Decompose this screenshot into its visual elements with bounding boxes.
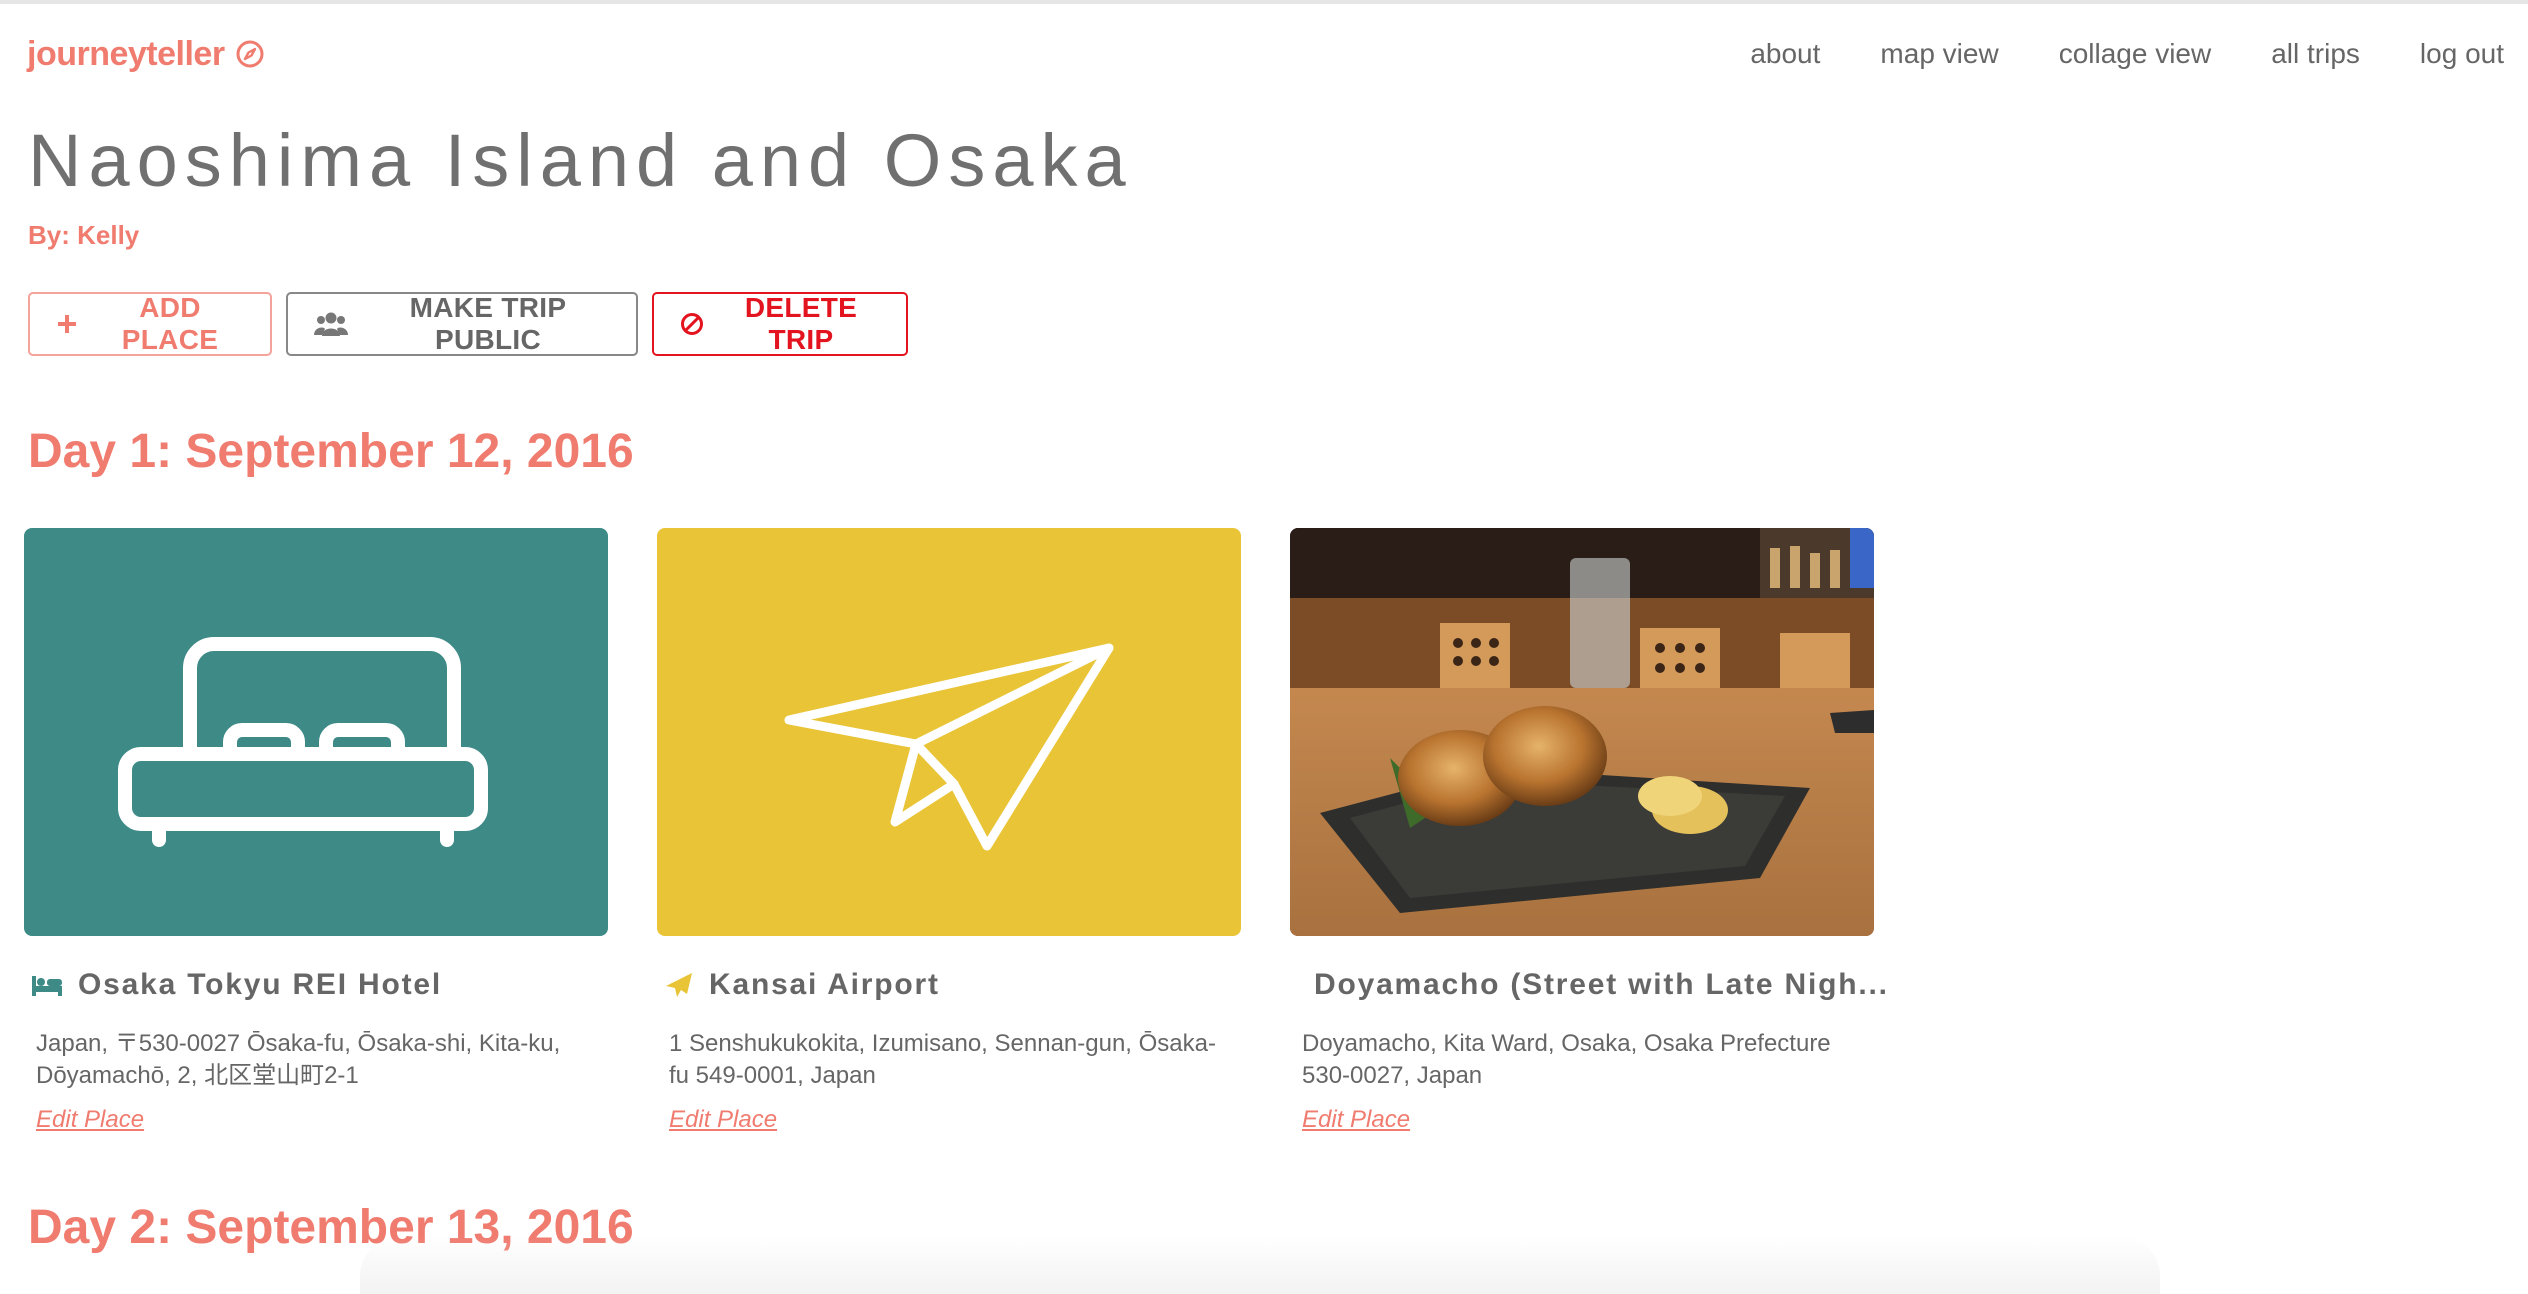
top-border [0, 0, 2528, 4]
plus-icon [58, 315, 76, 333]
trip-title: Naoshima Island and Osaka [28, 119, 1133, 202]
food-photo [1290, 528, 1874, 936]
delete-trip-button[interactable]: DELETE TRIP [652, 292, 908, 356]
users-icon [314, 312, 348, 336]
place-title: Doyamacho (Street with Late Nigh... [1298, 968, 1887, 1002]
place-title: Osaka Tokyu REI Hotel [32, 968, 608, 1002]
place-address: 1 Senshukukokita, Izumisano, Sennan-gun,… [669, 1030, 1216, 1089]
nav-log-out[interactable]: log out [2420, 34, 2504, 74]
bed-icon [32, 976, 62, 996]
place-address: Japan, 〒530-0027 Ōsaka-fu, Ōsaka-shi, Ki… [36, 1030, 561, 1089]
place-name: Kansai Airport [709, 968, 940, 1001]
place-address: Doyamacho, Kita Ward, Osaka, Osaka Prefe… [1302, 1030, 1831, 1089]
day-heading: Day 1: September 12, 2016 [28, 425, 634, 478]
nav-all-trips[interactable]: all trips [2271, 34, 2360, 74]
place-image[interactable] [24, 528, 608, 936]
trip-author: By: Kelly [28, 220, 140, 250]
scroll-shadow [360, 1236, 2160, 1294]
nav-about[interactable]: about [1750, 34, 1820, 74]
make-trip-public-button[interactable]: MAKE TRIP PUBLIC [286, 292, 638, 356]
brand-logo[interactable]: journeyteller [27, 32, 265, 76]
ban-icon [681, 313, 703, 335]
place-card: Doyamacho (Street with Late Nigh... Doya… [1290, 528, 1887, 1134]
place-name: Doyamacho (Street with Late Nigh... [1314, 968, 1889, 1001]
add-place-label: ADD PLACE [121, 292, 219, 355]
bed-icon [118, 637, 488, 847]
place-photo[interactable] [1290, 528, 1874, 936]
top-nav: about map view collage view all trips lo… [1716, 34, 2528, 74]
place-card: Kansai Airport 1 Senshukukokita, Izumisa… [657, 528, 1241, 1134]
paper-plane-icon [666, 973, 692, 997]
paper-plane-icon [784, 643, 1114, 851]
trip-actions: ADD PLACE MAKE TRIP PUBLIC DELETE TRIP [28, 292, 908, 356]
nav-map-view[interactable]: map view [1880, 34, 1998, 74]
place-name: Osaka Tokyu REI Hotel [78, 968, 443, 1001]
edit-place-link[interactable]: Edit Place [1302, 1106, 1410, 1134]
brand-name[interactable]: journeyteller [27, 35, 225, 74]
edit-place-link[interactable]: Edit Place [669, 1106, 777, 1134]
edit-place-link[interactable]: Edit Place [36, 1106, 144, 1134]
place-image[interactable] [657, 528, 1241, 936]
make-trip-public-label: MAKE TRIP PUBLIC [409, 292, 567, 355]
place-card: Osaka Tokyu REI Hotel Japan, 〒530-0027 Ō… [24, 528, 608, 1134]
delete-trip-label: DELETE TRIP [744, 292, 858, 355]
place-title: Kansai Airport [665, 968, 1241, 1002]
nav-collage-view[interactable]: collage view [2059, 34, 2212, 74]
compass-icon [236, 40, 264, 68]
add-place-button[interactable]: ADD PLACE [28, 292, 272, 356]
